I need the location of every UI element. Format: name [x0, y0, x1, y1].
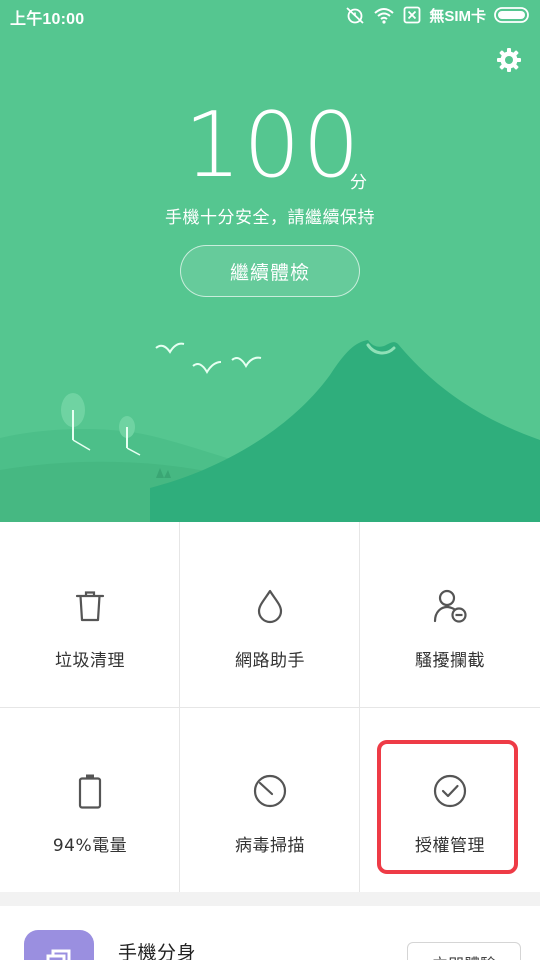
scan-dial-icon [250, 771, 290, 811]
tool-label: 授權管理 [415, 836, 485, 856]
battery-status-icon [494, 6, 532, 24]
continue-checkup-button[interactable]: 繼續體檢 [180, 245, 360, 297]
alarm-off-icon [345, 5, 365, 25]
block-user-icon [430, 586, 470, 626]
tool-virus-scan[interactable]: 病毒掃描 [180, 707, 360, 892]
trash-icon [70, 586, 110, 626]
tool-label: 94%電量 [52, 836, 128, 856]
status-icons: 無SIM卡 [345, 4, 532, 26]
battery-icon [70, 771, 110, 811]
score-subtitle: 手機十分安全，請繼續保持 [165, 208, 375, 228]
score-value: 100 [184, 93, 362, 198]
tools-grid: 垃圾清理 網路助手 騷擾攔截 94%電量 病毒掃描 授權管理 [0, 522, 540, 892]
status-bar: 上午10:00 無SIM卡 [0, 0, 540, 30]
wifi-icon [373, 6, 395, 24]
card-title: 手機分身 [118, 942, 197, 960]
clone-app-icon [24, 930, 94, 960]
tool-label: 垃圾清理 [55, 651, 125, 671]
security-score: 100 分 [0, 100, 540, 200]
feature-card[interactable]: 手機分身 立即體驗 [0, 906, 540, 960]
tool-battery[interactable]: 94%電量 [0, 707, 180, 892]
try-now-button[interactable]: 立即體驗 [407, 942, 521, 960]
security-center-screen: 上午10:00 無SIM卡 100 分 手機十分安全，請繼續保持 繼續體檢 垃圾… [0, 0, 540, 960]
tool-junk-cleanup[interactable]: 垃圾清理 [0, 522, 180, 707]
security-hero: 上午10:00 無SIM卡 100 分 手機十分安全，請繼續保持 繼續體檢 [0, 0, 540, 522]
check-circle-icon [430, 771, 470, 811]
carrier-label: 無SIM卡 [429, 7, 486, 25]
score-unit: 分 [350, 173, 367, 193]
tool-permission-manager[interactable]: 授權管理 [360, 707, 540, 892]
no-sim-icon [403, 6, 421, 24]
gear-icon [497, 48, 521, 72]
settings-button[interactable] [493, 44, 525, 76]
tool-label: 病毒掃描 [235, 836, 305, 856]
tool-network-assistant[interactable]: 網路助手 [180, 522, 360, 707]
tool-label: 網路助手 [235, 651, 305, 671]
droplet-icon [250, 586, 290, 626]
tool-label: 騷擾攔截 [415, 651, 485, 671]
status-time: 上午10:00 [10, 11, 85, 28]
tool-harassment-block[interactable]: 騷擾攔截 [360, 522, 540, 707]
